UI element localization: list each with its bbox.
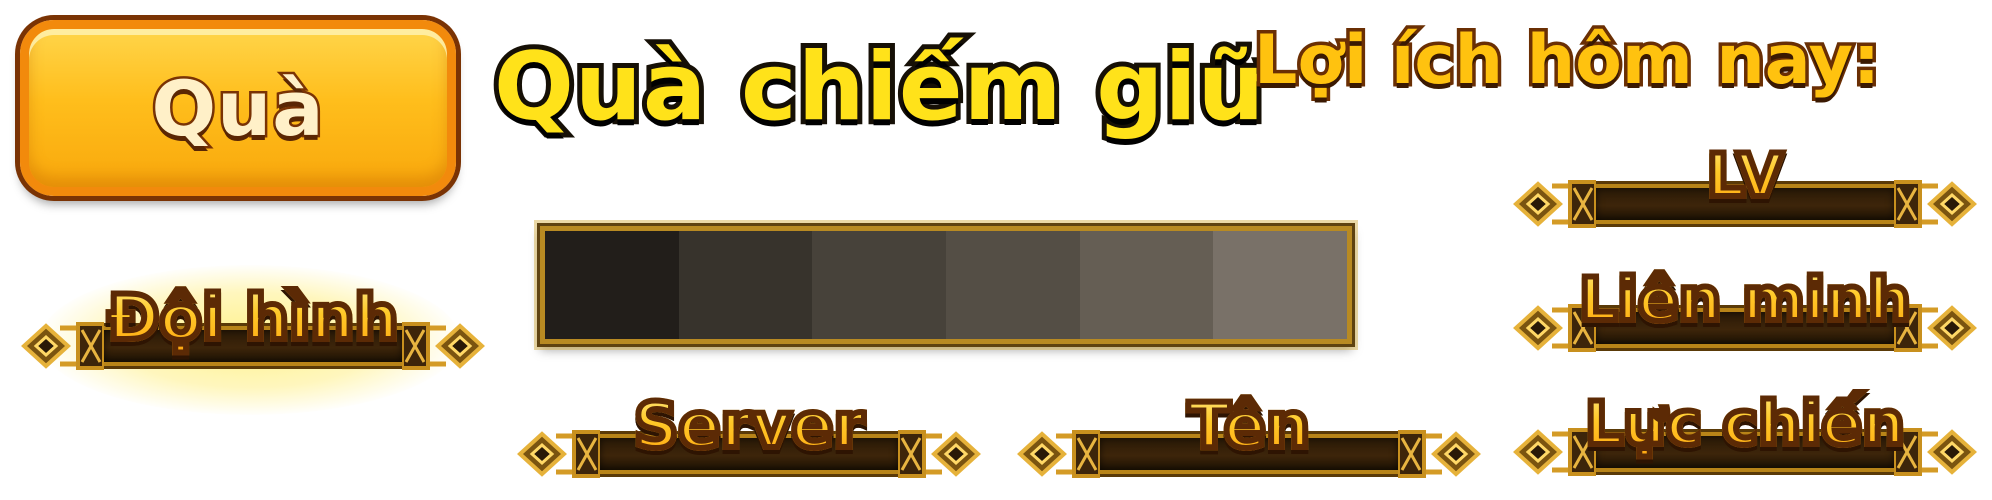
level-label: LV xyxy=(1512,130,1978,222)
formation-tab[interactable]: Đội hình xyxy=(20,272,486,380)
progress-segment xyxy=(812,231,947,339)
progress-bar xyxy=(540,226,1352,344)
name-label: Tên xyxy=(1016,380,1482,472)
progress-segment xyxy=(545,231,679,339)
gift-button-label: Quà xyxy=(149,61,326,155)
server-label: Server xyxy=(516,380,982,472)
benefit-power: Lực chiến xyxy=(1512,378,1978,486)
benefit-level: LV xyxy=(1512,130,1978,238)
gift-button[interactable]: Quà xyxy=(20,20,456,196)
name-column-header: Tên xyxy=(1016,380,1482,488)
benefit-alliance: Liên minh xyxy=(1512,254,1978,362)
formation-label: Đội hình xyxy=(20,272,486,364)
today-benefits-title: Lợi ích hôm nay: xyxy=(1250,18,1883,104)
progress-segment xyxy=(678,231,813,339)
progress-segment xyxy=(1213,231,1347,339)
server-column-header: Server xyxy=(516,380,982,488)
power-label: Lực chiến xyxy=(1512,378,1978,470)
occupied-gifts-title: Quà chiếm giữ xyxy=(489,28,1270,147)
progress-segment xyxy=(1079,231,1214,339)
progress-segment xyxy=(946,231,1080,339)
alliance-label: Liên minh xyxy=(1512,254,1978,346)
